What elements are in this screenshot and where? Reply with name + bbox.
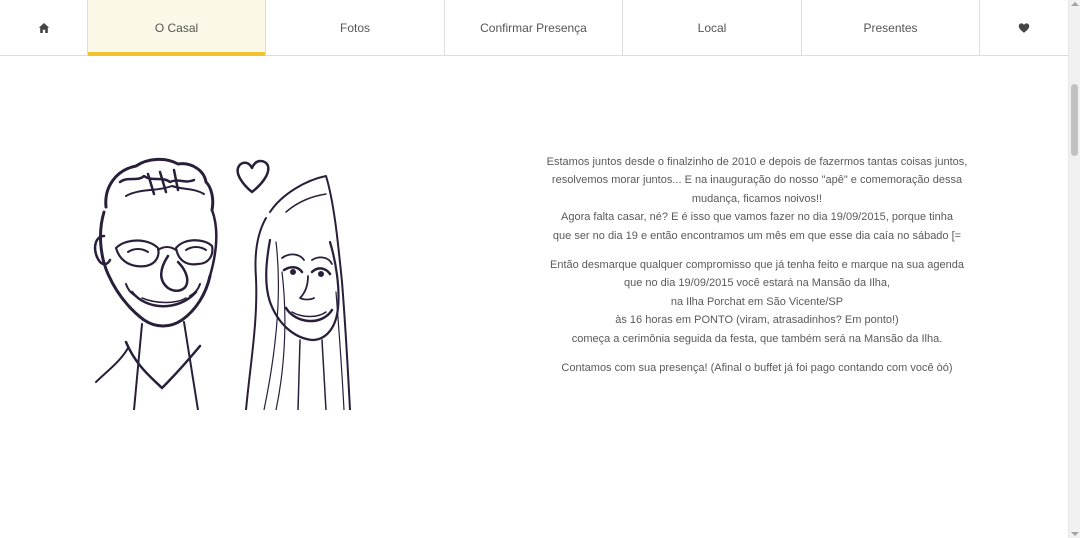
story-line: Estamos juntos desde o finalzinho de 201… (546, 156, 968, 168)
story-line: começa a cerimônia seguida da festa, que… (571, 332, 943, 345)
story-line: às 16 horas em PONTO (viram, atrasadinho… (615, 314, 899, 327)
nav-item-label: Confirmar Presença (480, 20, 587, 35)
story-line: na Ilha Porchat em São Vicente/SP (670, 295, 844, 308)
story-line: Agora falta casar, né? E é isso que vamo… (561, 211, 953, 224)
page: O Casal Fotos Confirmar Presença Local P… (0, 0, 1080, 538)
heart-icon (1018, 22, 1030, 33)
home-icon (38, 22, 49, 33)
nav-item-confirmar-presenca[interactable]: Confirmar Presença (445, 0, 623, 55)
nav-item-local[interactable]: Local (623, 0, 802, 55)
top-navigation: O Casal Fotos Confirmar Presença Local P… (0, 0, 1068, 56)
scrollbar-thumb[interactable] (1071, 84, 1078, 156)
story-paragraph-2: Então desmarque qualquer compromisso que… (530, 256, 984, 348)
scroll-down-arrow-icon[interactable] (1071, 532, 1079, 536)
couple-caricature-illustration (93, 157, 351, 410)
nav-home[interactable] (0, 0, 88, 55)
vertical-scrollbar[interactable] (1068, 0, 1080, 538)
story-line: que ser no dia 19 e então encontramos um… (552, 229, 962, 242)
scroll-up-arrow-icon[interactable] (1071, 2, 1079, 6)
nav-heart[interactable] (980, 0, 1068, 55)
nav-item-presentes[interactable]: Presentes (802, 0, 980, 55)
story-line: resolvemos morar juntos... E na inaugura… (551, 174, 963, 187)
story-line: que no dia 19/09/2015 você estará na Man… (623, 277, 891, 290)
nav-item-label: Local (697, 20, 727, 35)
nav-item-label: O Casal (154, 20, 199, 35)
story-line: mudança, ficamos noivos!! (691, 192, 823, 205)
story-line: Então desmarque qualquer compromisso que… (550, 259, 964, 272)
nav-item-label: Presentes (863, 20, 918, 35)
nav-item-fotos[interactable]: Fotos (266, 0, 445, 55)
story-paragraph-3: Contamos com sua presença! (Afinal o buf… (561, 362, 953, 375)
story-text: Estamos juntos desde o finalzinho de 201… (530, 153, 984, 388)
story-paragraph-1: Estamos juntos desde o finalzinho de 201… (530, 153, 984, 245)
nav-item-o-casal[interactable]: O Casal (88, 0, 266, 56)
nav-item-label: Fotos (339, 20, 370, 35)
